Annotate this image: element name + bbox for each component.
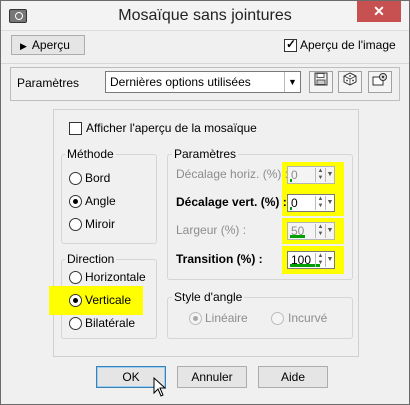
decalage-horiz-label: Décalage horiz. (%) : [176, 167, 289, 181]
radio-verticale-label: Verticale [85, 293, 132, 307]
afficher-apercu-label: Afficher l'aperçu de la mosaïque [86, 121, 257, 135]
mouse-pointer-icon [153, 377, 167, 397]
largeur-stepper[interactable]: 50 ▲ ▼ ▼ [287, 222, 335, 240]
apercu-button[interactable]: ▶ Aperçu [11, 35, 85, 55]
decalage-vert-stepper[interactable]: 0 ▲ ▼ ▼ [287, 194, 335, 212]
afficher-apercu-checkbox[interactable] [69, 122, 82, 135]
decalage-vert-level [290, 207, 292, 210]
methode-title: Méthode [65, 147, 116, 161]
radio-bord-label: Bord [85, 171, 111, 185]
spin-updown-icon[interactable]: ▲ ▼ [315, 253, 325, 267]
manage-presets-button[interactable] [368, 71, 392, 93]
chevron-down-icon[interactable]: ▼ [325, 196, 334, 210]
apercu-label: Aperçu [31, 38, 70, 52]
chevron-down-icon[interactable]: ▼ [325, 253, 334, 267]
largeur-level [290, 235, 305, 238]
transition-label: Transition (%) : [176, 252, 263, 266]
chevron-down-icon[interactable]: ▼ [325, 168, 334, 182]
radio-miroir[interactable] [69, 218, 82, 231]
close-button[interactable]: ✕ [357, 1, 401, 22]
radio-angle-label: Angle [85, 194, 116, 208]
apercu-image-label: Aperçu de l'image [300, 38, 396, 52]
decalage-horiz-level [290, 179, 292, 182]
divider [1, 63, 409, 64]
radio-bilaterale-label: Bilatérale [85, 316, 136, 330]
parametres-title: Paramètres [172, 147, 239, 161]
floppy-icon [314, 72, 328, 86]
dialog-window: Mosaïque sans jointures ✕ ▶ Aperçu Aperçu… [0, 0, 410, 405]
largeur-label: Largeur (%) : [176, 223, 247, 237]
expand-triangle-icon: ▶ [20, 41, 27, 51]
decalage-vert-value: 0 [291, 196, 298, 210]
radio-bord[interactable] [69, 172, 82, 185]
apercu-image-checkbox[interactable] [284, 37, 297, 52]
title-bar: Mosaïque sans jointures ✕ [1, 1, 409, 31]
radio-angle[interactable] [69, 195, 82, 208]
chevron-down-icon[interactable]: ▼ [325, 224, 334, 238]
decalage-horiz-stepper[interactable]: 0 ▲ ▼ ▼ [287, 166, 335, 184]
preset-manager-icon [372, 73, 387, 86]
random-preset-button[interactable] [338, 71, 362, 93]
annuler-button[interactable]: Annuler [177, 366, 247, 388]
radio-lineaire-label: Linéaire [205, 311, 248, 325]
chevron-down-icon[interactable]: ▼ [284, 72, 300, 92]
aide-button[interactable]: Aide [258, 366, 328, 388]
radio-incurve-label: Incurvé [288, 311, 328, 325]
window-title: Mosaïque sans jointures [118, 7, 292, 24]
spin-updown-icon[interactable]: ▲ ▼ [315, 224, 325, 238]
save-preset-button[interactable] [309, 71, 333, 93]
preset-label: Paramètres [17, 76, 80, 90]
radio-horizontale[interactable] [69, 271, 82, 284]
decalage-vert-label: Décalage vert. (%) : [176, 195, 287, 209]
decalage-horiz-value: 0 [291, 168, 298, 182]
radio-incurve[interactable] [271, 312, 284, 325]
radio-bilaterale[interactable] [69, 317, 82, 330]
preset-select[interactable]: Dernières options utilisées ▼ [105, 71, 301, 93]
radio-verticale[interactable] [69, 294, 82, 307]
radio-miroir-label: Miroir [85, 217, 115, 231]
preset-value: Dernières options utilisées [110, 75, 251, 89]
dice-icon [343, 72, 357, 86]
spin-updown-icon[interactable]: ▲ ▼ [315, 196, 325, 210]
radio-horizontale-label: Horizontale [85, 270, 146, 284]
style-angle-title: Style d'angle [172, 290, 245, 304]
direction-title: Direction [65, 252, 117, 266]
radio-lineaire[interactable] [189, 312, 202, 325]
spin-updown-icon[interactable]: ▲ ▼ [315, 168, 325, 182]
transition-stepper[interactable]: 100 ▲ ▼ ▼ [287, 251, 335, 269]
